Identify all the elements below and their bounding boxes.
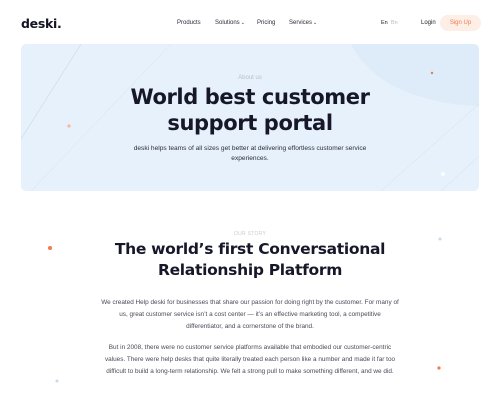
language-en[interactable]: En	[381, 20, 388, 26]
story-paragraph: We created Help deski for businesses tha…	[101, 299, 399, 330]
decorative-dot	[437, 366, 441, 370]
nav-item-label: Products	[177, 20, 201, 26]
hero-section: About us World best customer support por…	[21, 44, 479, 191]
hero-eyebrow: About us	[238, 75, 262, 81]
login-link[interactable]: Login	[421, 20, 436, 26]
story-title-line: Relationship Platform	[157, 261, 343, 279]
nav-item-label: Services	[289, 20, 313, 26]
nav-item-services[interactable]: Services⌄	[289, 20, 317, 26]
chevron-down-icon: ⌄	[313, 20, 318, 26]
nav-item-label: Pricing	[257, 20, 276, 26]
language-bn[interactable]: Bn	[391, 20, 398, 26]
hero-title: World best customer support portal	[21, 84, 479, 136]
nav-item-label: Solutions	[215, 20, 240, 26]
signup-button[interactable]: Sign Up	[440, 15, 481, 31]
chevron-down-icon: ⌄	[240, 20, 245, 26]
hero-title-line: support portal	[167, 111, 333, 135]
hero-title-line: World best customer	[130, 85, 370, 109]
story-paragraph: But in 2008, there were no customer serv…	[104, 344, 396, 375]
nav-item-pricing[interactable]: Pricing	[257, 20, 275, 26]
nav-item-products[interactable]: Products	[177, 20, 201, 26]
decorative-dot	[55, 379, 59, 383]
logo[interactable]: deski.	[21, 16, 62, 31]
story-title: The world’s first Conversational Relatio…	[0, 239, 500, 281]
nav-item-solutions[interactable]: Solutions⌄	[215, 20, 245, 26]
story-title-line: The world’s first Conversational	[114, 240, 386, 258]
site-header: deski. Products Solutions⌄ Pricing Servi…	[0, 0, 500, 46]
hero-subtitle: deski helps teams of all sizes get bette…	[133, 145, 367, 162]
story-eyebrow: OUR STORY	[233, 231, 267, 237]
